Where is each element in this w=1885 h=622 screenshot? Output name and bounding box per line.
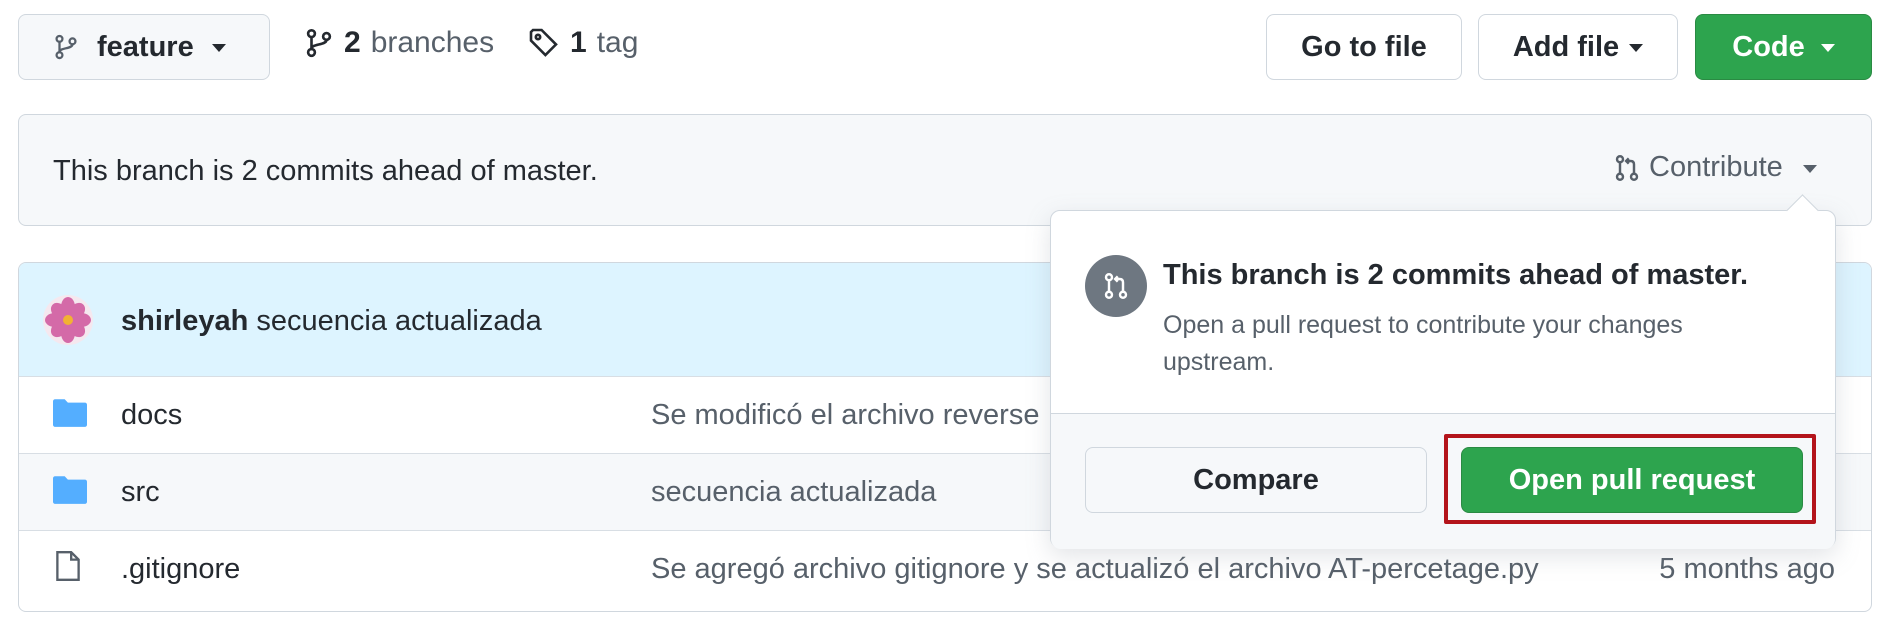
tags-count: 1 [570,26,587,59]
git-pull-request-icon [1613,152,1641,184]
branch-status-text: This branch is 2 commits ahead of master… [53,155,598,187]
tags-link[interactable]: 1 tag [528,26,638,60]
highlight-box [1444,434,1816,524]
branch-name: feature [97,30,194,63]
git-branch-icon [53,32,79,62]
folder-icon [53,474,87,512]
popover-title: This branch is 2 commits ahead of master… [1163,259,1749,291]
file-icon [55,549,81,591]
chevron-down-icon [211,44,226,52]
file-name[interactable]: docs [121,399,182,432]
popover-description-line: Open a pull request to contribute your c… [1163,311,1683,339]
git-pull-request-icon [1085,255,1147,317]
code-button[interactable]: Code [1695,14,1872,80]
file-age: 5 months ago [1659,553,1835,585]
folder-icon [53,397,87,435]
tag-icon [528,27,560,59]
file-name[interactable]: src [121,476,160,509]
add-file-button[interactable]: Add file [1478,14,1678,80]
file-name[interactable]: .gitignore [121,553,240,586]
commit-author[interactable]: shirleyah [121,305,248,337]
branch-select-button[interactable]: feature [18,14,270,80]
branches-text: branches [370,26,495,59]
tags-text: tag [596,26,639,59]
branches-link[interactable]: 2 branches [304,26,494,60]
git-branch-icon [304,27,334,59]
go-to-file-label: Go to file [1301,30,1427,63]
file-commit-message[interactable]: secuencia actualizada [651,476,936,509]
chevron-down-icon [1820,44,1835,52]
commit-message[interactable]: secuencia actualizada [256,305,541,337]
file-commit-message[interactable]: Se modificó el archivo reverse [651,399,1039,432]
latest-commit-text: shirleyah secuencia actualizada [121,305,542,338]
contribute-dropdown[interactable]: Contribute [1613,151,1817,184]
compare-button[interactable]: Compare [1085,447,1427,513]
code-label: Code [1732,30,1805,63]
branches-count: 2 [344,26,361,59]
popover-description: Open a pull request to contribute your c… [1163,307,1683,381]
chevron-down-icon [1629,44,1644,52]
popover-description-line: upstream. [1163,348,1275,376]
contribute-label: Contribute [1649,151,1783,183]
file-commit-message[interactable]: Se agregó archivo gitignore y se actuali… [651,553,1539,586]
add-file-label: Add file [1512,30,1620,63]
chevron-down-icon [1802,164,1817,173]
avatar[interactable] [43,295,93,350]
go-to-file-button[interactable]: Go to file [1266,14,1462,80]
compare-label: Compare [1193,463,1319,496]
